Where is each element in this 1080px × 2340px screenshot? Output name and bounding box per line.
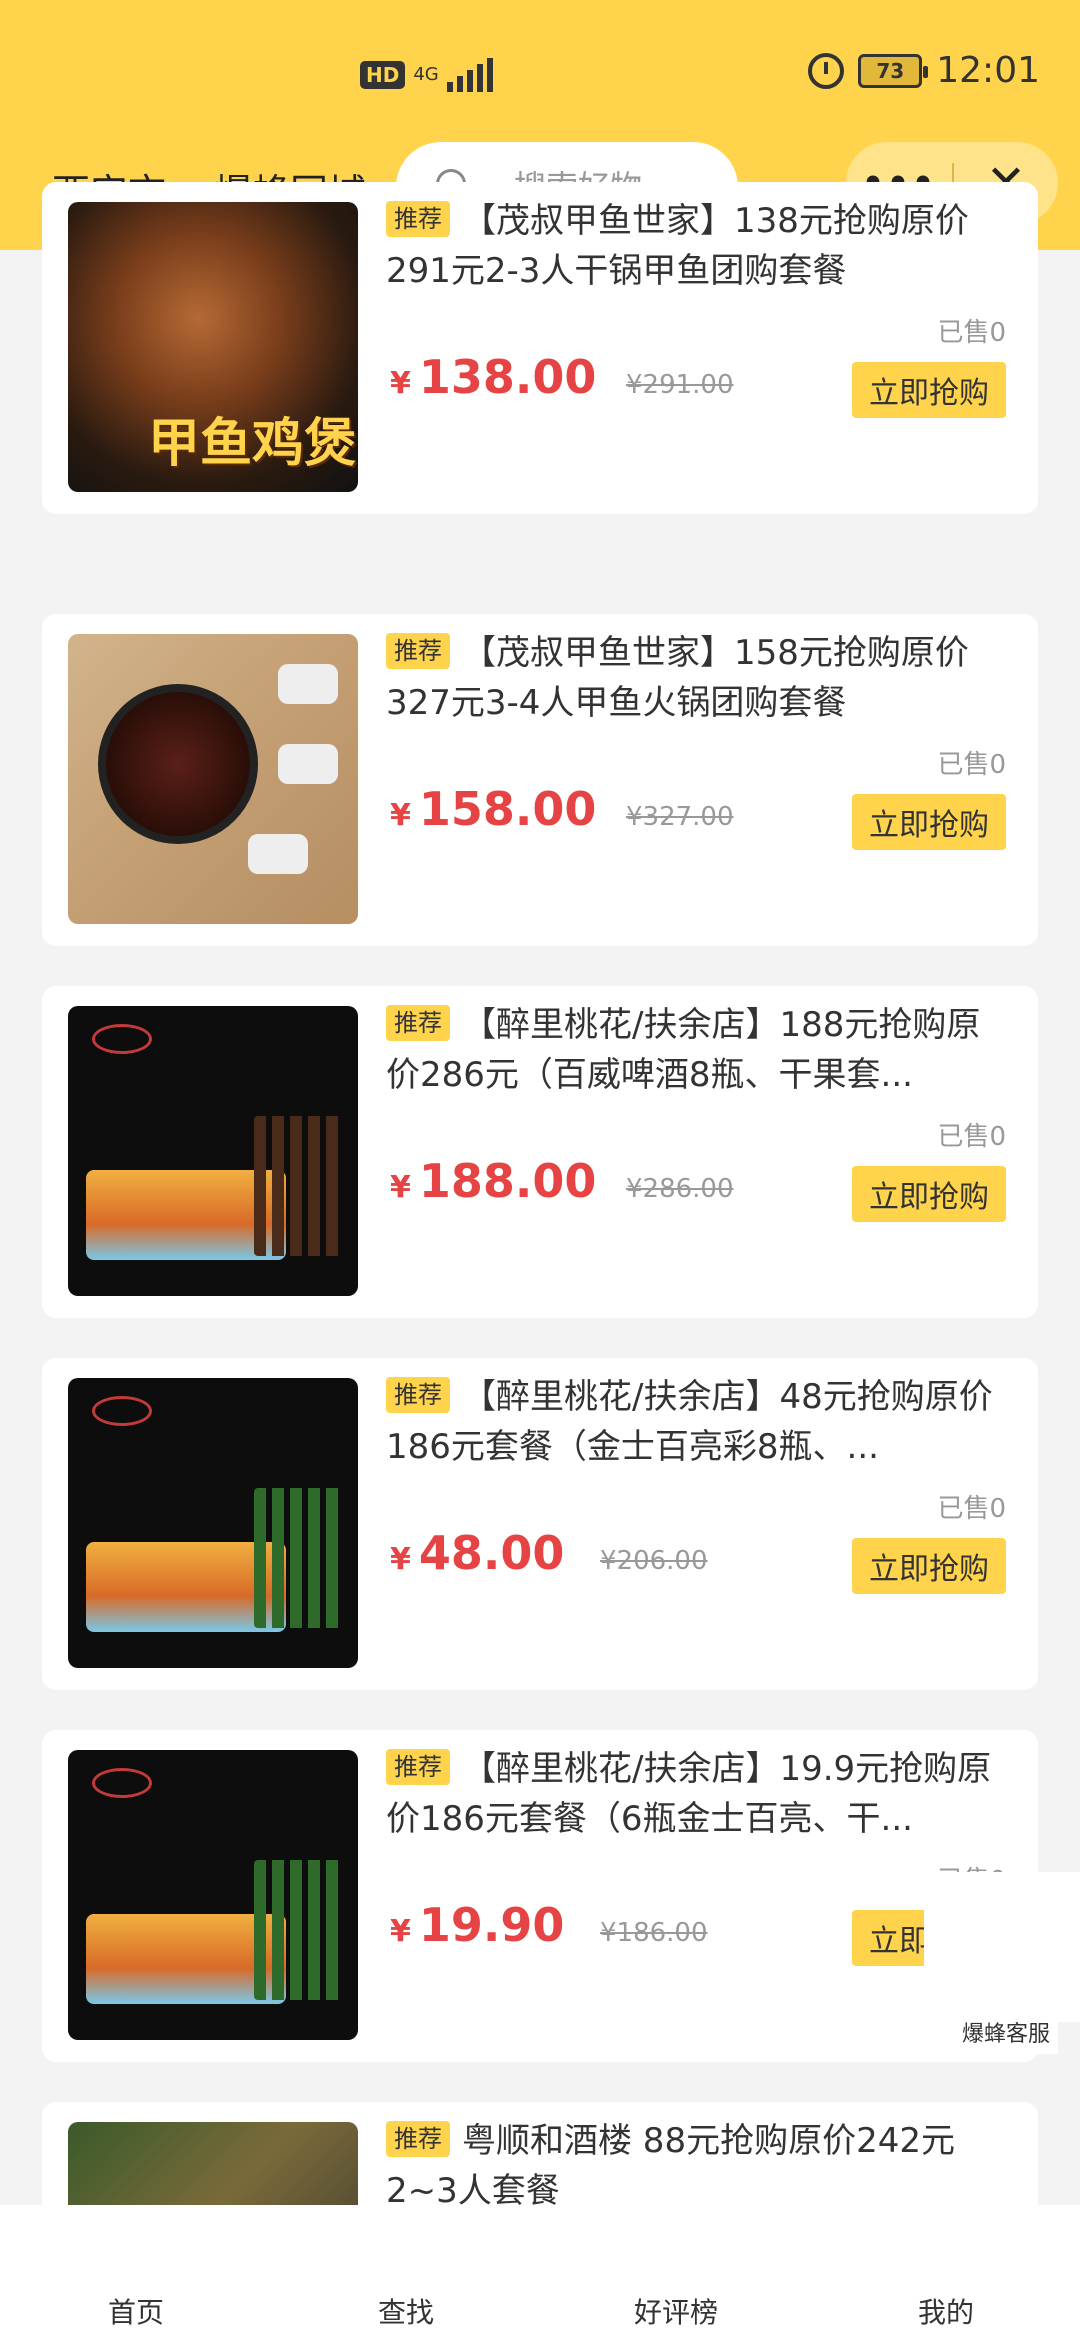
currency-symbol: ¥: [390, 366, 411, 401]
recommend-tag: 推荐: [386, 200, 450, 237]
product-title-text: 粤顺和酒楼 88元抢购原价242元2~3人套餐: [386, 2121, 955, 2211]
image-logo: [92, 1396, 152, 1426]
tab-home[interactable]: 首页: [66, 2291, 206, 2331]
price-value: 138.00: [418, 350, 597, 404]
sold-count: 已售0: [937, 1494, 1006, 1524]
sold-count: 已售0: [937, 1122, 1006, 1152]
original-price: ¥286.00: [626, 1174, 734, 1204]
buy-now-button[interactable]: 立即抢购: [852, 794, 1006, 850]
signal-icon: [446, 58, 493, 92]
tab-mine[interactable]: 我的: [876, 2291, 1016, 2331]
image-caption: 甲鱼鸡煲: [148, 414, 357, 474]
recommend-tag: 推荐: [386, 632, 450, 669]
sold-count: 已售0: [937, 318, 1006, 348]
network-indicator: HD 4G: [360, 58, 493, 92]
recommend-tag: 推荐: [386, 2120, 450, 2157]
product-title[interactable]: 推荐 【茂叔甲鱼世家】158元抢购原价327元3-4人甲鱼火锅团购套餐: [386, 628, 1006, 728]
customer-service-button[interactable]: 爆蜂客服: [953, 2010, 1058, 2054]
product-title[interactable]: 推荐 粤顺和酒楼 88元抢购原价242元2~3人套餐: [386, 2116, 1006, 2216]
product-title-text: 【醉里桃花/扶余店】188元抢购原价286元（百威啤酒8瓶、干果套...: [386, 1005, 981, 1095]
original-price: ¥206.00: [600, 1546, 708, 1576]
buy-now-button[interactable]: 立即抢购: [852, 362, 1006, 418]
currency-symbol: ¥: [390, 798, 411, 833]
image-logo: [92, 1768, 152, 1798]
status-bar: HD 4G 73 12:01: [0, 0, 1080, 150]
image-plate: [278, 664, 338, 704]
clock: 12:01: [936, 50, 1040, 91]
tab-search[interactable]: 查找: [336, 2291, 476, 2331]
recommend-tag: 推荐: [386, 1748, 450, 1785]
image-bottles: [254, 1860, 344, 2000]
product-image[interactable]: 甲鱼鸡煲: [68, 202, 358, 492]
product-title[interactable]: 推荐 【醉里桃花/扶余店】19.9元抢购原价186元套餐（6瓶金士百亮、干...: [386, 1744, 1006, 1844]
buy-now-button[interactable]: 立即抢购: [852, 1538, 1006, 1594]
product-image[interactable]: [68, 1006, 358, 1296]
image-plate: [278, 744, 338, 784]
price-value: 188.00: [418, 1154, 597, 1208]
currency-symbol: ¥: [390, 1914, 411, 1949]
product-title-text: 【茂叔甲鱼世家】138元抢购原价291元2-3人干锅甲鱼团购套餐: [386, 201, 969, 291]
currency-symbol: ¥: [390, 1542, 411, 1577]
price-value: 19.90: [418, 1898, 565, 1952]
product-title[interactable]: 推荐 【茂叔甲鱼世家】138元抢购原价291元2-3人干锅甲鱼团购套餐: [386, 196, 1006, 296]
buy-now-button[interactable]: 立即抢购: [852, 1166, 1006, 1222]
image-plate: [248, 834, 308, 874]
price-value: 158.00: [418, 782, 597, 836]
recommend-tag: 推荐: [386, 1376, 450, 1413]
product-title[interactable]: 推荐 【醉里桃花/扶余店】188元抢购原价286元（百威啤酒8瓶、干果套...: [386, 1000, 1006, 1100]
original-price: ¥291.00: [626, 370, 734, 400]
product-title-text: 【醉里桃花/扶余店】48元抢购原价186元套餐（金士百亮彩8瓶、...: [386, 1377, 993, 1467]
network-type: 4G: [413, 64, 439, 85]
sale-price: ¥138.00: [390, 350, 596, 404]
currency-symbol: ¥: [390, 1170, 411, 1205]
hd-badge: HD: [360, 61, 406, 89]
service-float-bg: [924, 1872, 1080, 2022]
product-title-text: 【茂叔甲鱼世家】158元抢购原价327元3-4人甲鱼火锅团购套餐: [386, 633, 969, 723]
image-bottles: [254, 1116, 344, 1256]
tab-top-rated[interactable]: 好评榜: [606, 2291, 746, 2331]
sale-price: ¥188.00: [390, 1154, 596, 1208]
product-card[interactable]: 推荐 【醉里桃花/扶余店】19.9元抢购原价186元套餐（6瓶金士百亮、干... …: [42, 1730, 1038, 2062]
product-image[interactable]: [68, 1378, 358, 1668]
product-image[interactable]: [68, 1750, 358, 2040]
product-card[interactable]: 推荐 【醉里桃花/扶余店】188元抢购原价286元（百威啤酒8瓶、干果套... 已…: [42, 986, 1038, 1318]
product-title-text: 【醉里桃花/扶余店】19.9元抢购原价186元套餐（6瓶金士百亮、干...: [386, 1749, 992, 1839]
product-image[interactable]: [68, 634, 358, 924]
image-pot: [98, 684, 258, 844]
original-price: ¥327.00: [626, 802, 734, 832]
product-title[interactable]: 推荐 【醉里桃花/扶余店】48元抢购原价186元套餐（金士百亮彩8瓶、...: [386, 1372, 1006, 1472]
sold-count: 已售0: [937, 750, 1006, 780]
product-card[interactable]: 推荐 【醉里桃花/扶余店】48元抢购原价186元套餐（金士百亮彩8瓶、... 已售…: [42, 1358, 1038, 1690]
battery-icon: 73: [858, 53, 929, 88]
image-bottles: [254, 1488, 344, 1628]
original-price: ¥186.00: [600, 1918, 708, 1948]
sale-price: ¥48.00: [390, 1526, 564, 1580]
recommend-tag: 推荐: [386, 1004, 450, 1041]
sale-price: ¥19.90: [390, 1898, 564, 1952]
price-value: 48.00: [418, 1526, 565, 1580]
product-card[interactable]: 甲鱼鸡煲 推荐 【茂叔甲鱼世家】138元抢购原价291元2-3人干锅甲鱼团购套餐 …: [42, 182, 1038, 514]
bottom-tab-bar: 首页 查找 好评榜 我的: [0, 2205, 1080, 2340]
alarm-icon: [808, 52, 845, 89]
status-right: 73 12:01: [808, 50, 1040, 91]
sale-price: ¥158.00: [390, 782, 596, 836]
image-logo: [92, 1024, 152, 1054]
product-card[interactable]: 推荐 【茂叔甲鱼世家】158元抢购原价327元3-4人甲鱼火锅团购套餐 已售0 ¥…: [42, 614, 1038, 946]
